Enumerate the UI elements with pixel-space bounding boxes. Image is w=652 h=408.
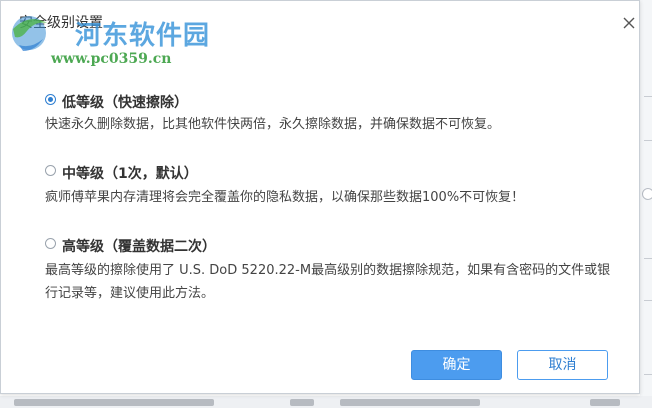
cancel-button[interactable]: 取消 (517, 350, 608, 380)
background-app-right-edge (640, 0, 652, 408)
option-medium-label[interactable]: 中等级（1次，默认） (62, 163, 198, 183)
option-medium-description: 疯师傅苹果内存清理将会完全覆盖你的隐私数据，以确保那些数据100%不可恢复！ (45, 190, 525, 205)
dialog-titlebar: 安全级别设置 (1, 1, 639, 45)
dialog-title: 安全级别设置 (19, 15, 103, 31)
background-app-bottom-edge (0, 396, 652, 408)
option-high-label[interactable]: 高等级（覆盖数据二次） (62, 236, 216, 256)
radio-low[interactable] (45, 94, 56, 105)
option-low-description: 快速永久删除数据，比其他软件快两倍，永久擦除数据，并确保数据不可恢复。 (45, 117, 501, 132)
watermark-url: www.pc0359.cn (51, 51, 172, 67)
page: 安全级别设置 河东软件园 www.pc0359.cn 低等级（快速擦除） 快速永… (0, 0, 652, 408)
security-level-dialog: 安全级别设置 河东软件园 www.pc0359.cn 低等级（快速擦除） 快速永… (0, 0, 640, 394)
close-button[interactable] (619, 13, 639, 33)
radio-medium[interactable] (45, 165, 56, 176)
ok-button[interactable]: 确定 (411, 350, 502, 380)
option-high-description: 最高等级的擦除使用了 U.S. DoD 5220.22-M最高级别的数据擦除规范… (45, 263, 611, 301)
radio-high[interactable] (45, 238, 56, 249)
option-low-label[interactable]: 低等级（快速擦除） (62, 92, 188, 112)
close-icon (623, 17, 635, 29)
